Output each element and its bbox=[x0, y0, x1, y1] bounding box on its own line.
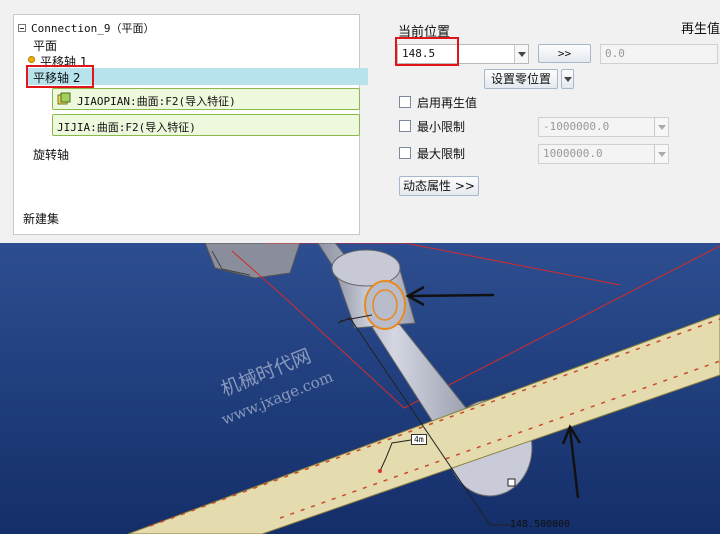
min-limit-value: -1000000.0 bbox=[543, 120, 610, 133]
reference-label: JIJIA:曲面:F2(导入特征) bbox=[57, 121, 196, 134]
tree-item-label: 旋转轴 bbox=[33, 148, 70, 162]
highlight-box bbox=[26, 65, 94, 88]
model-graphics bbox=[0, 243, 720, 534]
set-zero-dropdown[interactable] bbox=[561, 69, 574, 89]
min-limit-dropdown[interactable]: -1000000.0 bbox=[538, 117, 669, 137]
tree-root-label: Connection_9（平面） bbox=[31, 22, 155, 35]
connection-tree[interactable]: Connection_9（平面） 平面 平移轴 1 平移轴 2 JIAOPIAN… bbox=[13, 14, 368, 235]
status-dot-icon bbox=[28, 56, 35, 63]
collapse-icon[interactable] bbox=[18, 24, 26, 32]
max-limit-label: 最大限制 bbox=[417, 147, 466, 161]
reference-label: JIAOPIAN:曲面:F2(导入特征) bbox=[77, 95, 236, 108]
surface-reference-icon bbox=[57, 92, 71, 105]
apply-arrow-button[interactable]: >> bbox=[538, 44, 591, 63]
chevron-down-icon[interactable] bbox=[561, 70, 573, 88]
tree-item-new-set[interactable]: 新建集 bbox=[23, 210, 59, 227]
min-limit-checkbox[interactable] bbox=[399, 120, 411, 132]
max-limit-checkbox[interactable] bbox=[399, 147, 411, 159]
highlight-box bbox=[395, 37, 459, 66]
tree-item-rotation-axis[interactable]: 旋转轴 bbox=[33, 146, 69, 163]
tree-item-label: 平面 bbox=[33, 39, 58, 53]
dynamic-properties-button[interactable]: 动态属性 >> bbox=[399, 176, 479, 196]
3d-viewport[interactable]: 4m 148.500000 机械时代网 www.jxage.com bbox=[0, 243, 720, 534]
connection-dialog: Connection_9（平面） 平面 平移轴 1 平移轴 2 JIAOPIAN… bbox=[0, 0, 720, 243]
tree-item-plane[interactable]: 平面 bbox=[33, 37, 57, 54]
enable-regen-checkbox[interactable] bbox=[399, 96, 411, 108]
tree-root[interactable]: Connection_9（平面） bbox=[14, 18, 354, 36]
min-limit-label: 最小限制 bbox=[417, 120, 466, 134]
tree-item-label: 新建集 bbox=[23, 212, 60, 226]
chevron-down-icon[interactable] bbox=[654, 118, 668, 136]
reference-item-jiaopian[interactable]: JIAOPIAN:曲面:F2(导入特征) bbox=[52, 88, 360, 110]
chevron-down-icon[interactable] bbox=[654, 145, 668, 163]
regen-value-field[interactable]: 0.0 bbox=[600, 44, 718, 64]
dimension-value[interactable]: 148.500000 bbox=[510, 519, 570, 530]
chevron-down-icon[interactable] bbox=[514, 45, 528, 63]
max-limit-dropdown[interactable]: 1000000.0 bbox=[538, 144, 669, 164]
enable-regen-label: 启用再生值 bbox=[417, 96, 478, 110]
max-limit-value: 1000000.0 bbox=[543, 147, 603, 160]
set-zero-position-button[interactable]: 设置零位置 bbox=[484, 69, 558, 89]
reference-item-jijia[interactable]: JIJIA:曲面:F2(导入特征) bbox=[52, 114, 360, 136]
small-label: 4m bbox=[411, 434, 427, 445]
regen-value-label: 再生值 bbox=[681, 22, 720, 37]
